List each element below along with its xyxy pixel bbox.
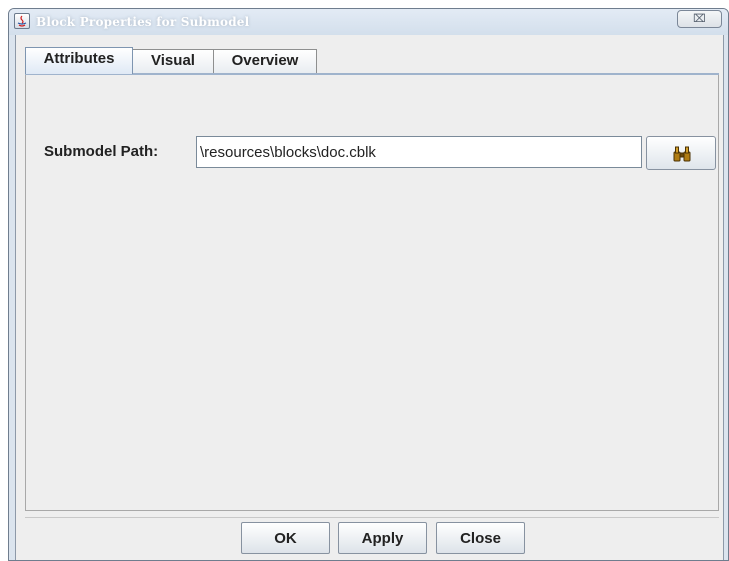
tab-attributes[interactable]: Attributes bbox=[25, 47, 133, 74]
window-close-button[interactable]: ⌧ bbox=[677, 10, 722, 28]
dialog-content: Attributes Visual Overview Submodel Path… bbox=[15, 35, 724, 560]
binoculars-icon bbox=[673, 146, 691, 162]
submodel-path-input[interactable] bbox=[196, 136, 642, 168]
tab-visual[interactable]: Visual bbox=[132, 49, 214, 73]
window-title: Block Properties for Submodel bbox=[36, 15, 250, 29]
ok-button[interactable]: OK bbox=[241, 522, 330, 554]
close-icon: ⌧ bbox=[693, 12, 706, 25]
tab-overview[interactable]: Overview bbox=[213, 49, 317, 73]
footer-separator bbox=[25, 517, 719, 518]
title-bar[interactable]: Block Properties for Submodel ⌧ bbox=[9, 9, 728, 35]
submodel-path-label: Submodel Path: bbox=[44, 143, 159, 160]
browse-button[interactable] bbox=[646, 136, 716, 170]
dialog-window: Block Properties for Submodel ⌧ Attribut… bbox=[8, 8, 729, 561]
apply-button[interactable]: Apply bbox=[338, 522, 427, 554]
close-button[interactable]: Close bbox=[436, 522, 525, 554]
java-app-icon bbox=[14, 13, 30, 29]
